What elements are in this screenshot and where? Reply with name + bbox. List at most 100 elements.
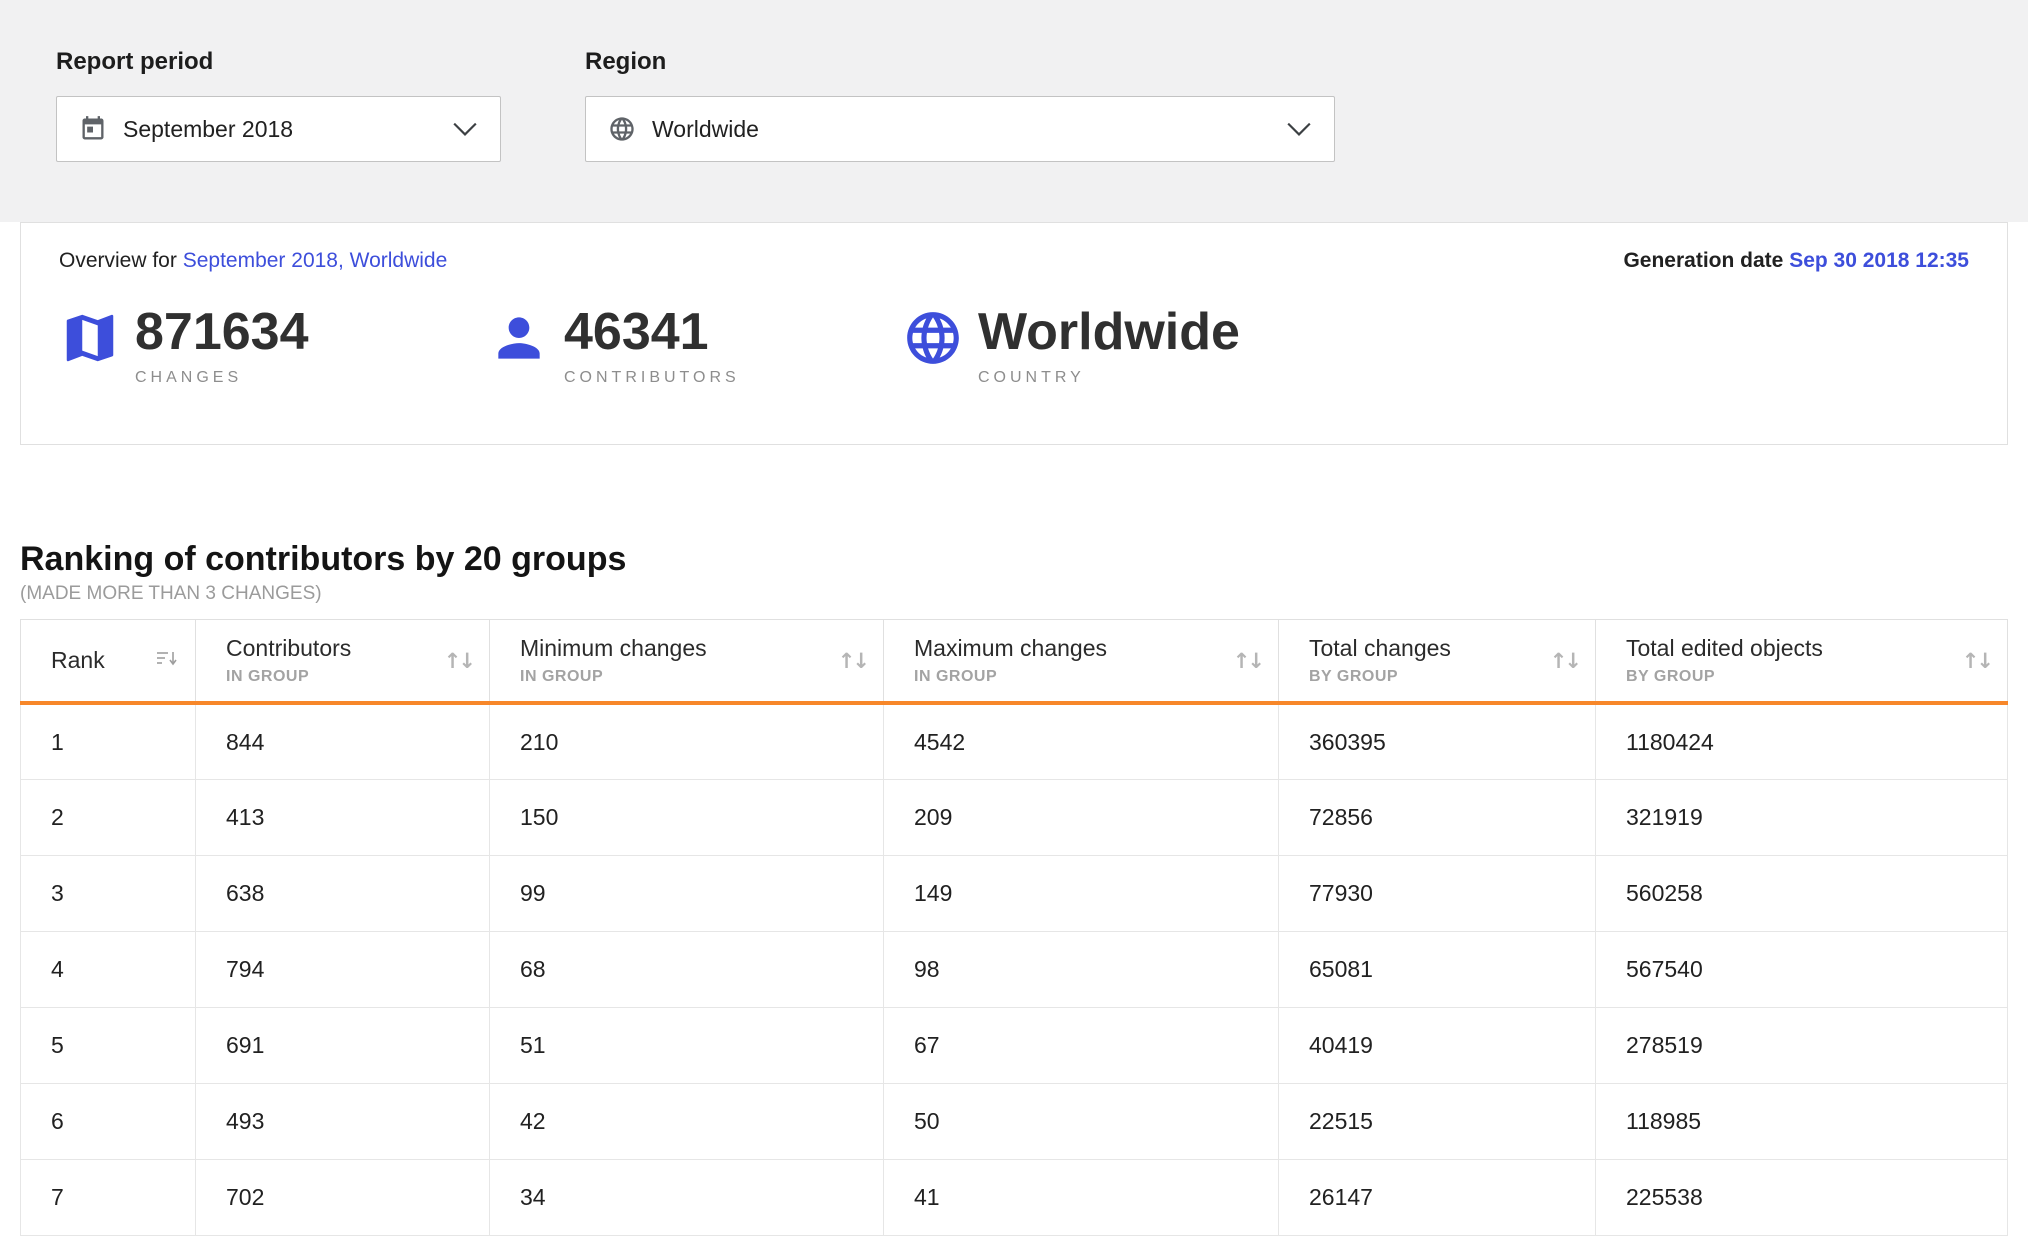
person-icon: [488, 307, 550, 369]
cell-rank: 7: [21, 1159, 196, 1235]
ranking-table: Rank Contributo: [20, 619, 2008, 1236]
cell-contributors: 844: [196, 703, 490, 779]
cell-total-changes: 360395: [1279, 703, 1596, 779]
column-header-total-changes[interactable]: Total changes BY GROUP ↑↓: [1279, 619, 1596, 703]
chevron-down-icon: [1286, 121, 1312, 137]
map-icon: [59, 307, 121, 369]
sort-updown-icon[interactable]: ↑↓: [444, 649, 473, 673]
globe-icon: [902, 307, 964, 369]
overview-scope-link[interactable]: September 2018, Worldwide: [183, 249, 448, 272]
table-row: 36389914977930560258: [21, 855, 2008, 931]
cell-max-changes: 98: [884, 931, 1279, 1007]
sort-updown-icon[interactable]: ↑↓: [1550, 649, 1579, 673]
column-header-min-changes[interactable]: Minimum changes IN GROUP ↑↓: [490, 619, 884, 703]
overview-prefix: Overview for: [59, 249, 177, 272]
cell-rank: 4: [21, 931, 196, 1007]
stat-contributors: 46341 CONTRIBUTORS: [488, 307, 902, 387]
report-period-label: Report period: [56, 48, 501, 76]
sort-updown-icon[interactable]: ↑↓: [1233, 649, 1262, 673]
region-select[interactable]: Worldwide: [585, 96, 1335, 162]
report-period-value: September 2018: [123, 116, 293, 143]
table-row: 7702344126147225538: [21, 1159, 2008, 1235]
overview-card: Overview for September 2018, Worldwide G…: [20, 222, 2008, 445]
cell-min-changes: 42: [490, 1083, 884, 1159]
table-header-row: Rank Contributo: [21, 619, 2008, 703]
generation-date: Generation date Sep 30 2018 12:35: [1623, 249, 1969, 273]
column-header-max-changes[interactable]: Maximum changes IN GROUP ↑↓: [884, 619, 1279, 703]
region-value: Worldwide: [652, 116, 759, 143]
generation-date-label: Generation date: [1623, 249, 1783, 272]
cell-max-changes: 149: [884, 855, 1279, 931]
cell-min-changes: 51: [490, 1007, 884, 1083]
report-period-select[interactable]: September 2018: [56, 96, 501, 162]
cell-contributors: 493: [196, 1083, 490, 1159]
changes-label: CHANGES: [135, 369, 309, 387]
cell-total-changes: 77930: [1279, 855, 1596, 931]
calendar-icon: [79, 115, 107, 143]
stat-changes: 871634 CHANGES: [59, 307, 488, 387]
ranking-section: Ranking of contributors by 20 groups (MA…: [20, 539, 2008, 1236]
cell-total-changes: 22515: [1279, 1083, 1596, 1159]
cell-total-changes: 65081: [1279, 931, 1596, 1007]
overview-scope: Overview for September 2018, Worldwide: [59, 249, 447, 273]
column-header-total-edited-objects[interactable]: Total edited objects BY GROUP ↑↓: [1596, 619, 2008, 703]
cell-total-changes: 72856: [1279, 779, 1596, 855]
cell-contributors: 794: [196, 931, 490, 1007]
cell-total-edited-objects: 118985: [1596, 1083, 2008, 1159]
stat-country: Worldwide COUNTRY: [902, 307, 1240, 387]
sort-updown-icon[interactable]: ↑↓: [1962, 649, 1991, 673]
globe-icon: [608, 115, 636, 143]
cell-total-edited-objects: 321919: [1596, 779, 2008, 855]
ranking-title: Ranking of contributors by 20 groups: [20, 539, 2008, 580]
cell-rank: 1: [21, 703, 196, 779]
country-value: Worldwide: [978, 307, 1240, 357]
cell-total-changes: 26147: [1279, 1159, 1596, 1235]
cell-total-edited-objects: 225538: [1596, 1159, 2008, 1235]
region-group: Region Worldwide: [585, 48, 1335, 222]
contributors-count: 46341: [564, 307, 740, 357]
cell-total-edited-objects: 1180424: [1596, 703, 2008, 779]
table-row: 5691516740419278519: [21, 1007, 2008, 1083]
region-label: Region: [585, 48, 1335, 76]
report-period-group: Report period September 2018: [56, 48, 501, 222]
cell-rank: 3: [21, 855, 196, 931]
cell-total-edited-objects: 560258: [1596, 855, 2008, 931]
column-header-contributors[interactable]: Contributors IN GROUP ↑↓: [196, 619, 490, 703]
sort-amount-icon[interactable]: [155, 648, 179, 673]
cell-min-changes: 68: [490, 931, 884, 1007]
changes-count: 871634: [135, 307, 309, 357]
table-row: 241315020972856321919: [21, 779, 2008, 855]
contributors-label: CONTRIBUTORS: [564, 369, 740, 387]
cell-min-changes: 34: [490, 1159, 884, 1235]
cell-min-changes: 210: [490, 703, 884, 779]
cell-total-edited-objects: 278519: [1596, 1007, 2008, 1083]
cell-rank: 5: [21, 1007, 196, 1083]
cell-min-changes: 150: [490, 779, 884, 855]
cell-max-changes: 67: [884, 1007, 1279, 1083]
cell-contributors: 702: [196, 1159, 490, 1235]
filter-bar: Report period September 2018 Region Worl…: [0, 0, 2028, 222]
sort-updown-icon[interactable]: ↑↓: [838, 649, 867, 673]
ranking-table-body: 1844210454236039511804242413150209728563…: [21, 703, 2008, 1235]
cell-min-changes: 99: [490, 855, 884, 931]
overview-stats: 871634 CHANGES 46341 CONTRIBUTORS Worldw…: [59, 307, 1969, 387]
cell-contributors: 638: [196, 855, 490, 931]
table-row: 4794689865081567540: [21, 931, 2008, 1007]
cell-rank: 2: [21, 779, 196, 855]
generation-date-value[interactable]: Sep 30 2018 12:35: [1789, 249, 1969, 272]
chevron-down-icon: [452, 121, 478, 137]
cell-total-edited-objects: 567540: [1596, 931, 2008, 1007]
cell-contributors: 691: [196, 1007, 490, 1083]
table-row: 184421045423603951180424: [21, 703, 2008, 779]
cell-contributors: 413: [196, 779, 490, 855]
cell-max-changes: 50: [884, 1083, 1279, 1159]
column-header-rank[interactable]: Rank: [21, 619, 196, 703]
country-label: COUNTRY: [978, 369, 1240, 387]
cell-max-changes: 41: [884, 1159, 1279, 1235]
cell-total-changes: 40419: [1279, 1007, 1596, 1083]
cell-rank: 6: [21, 1083, 196, 1159]
cell-max-changes: 4542: [884, 703, 1279, 779]
ranking-subtitle: (MADE MORE THAN 3 CHANGES): [20, 583, 2008, 605]
cell-max-changes: 209: [884, 779, 1279, 855]
table-row: 6493425022515118985: [21, 1083, 2008, 1159]
